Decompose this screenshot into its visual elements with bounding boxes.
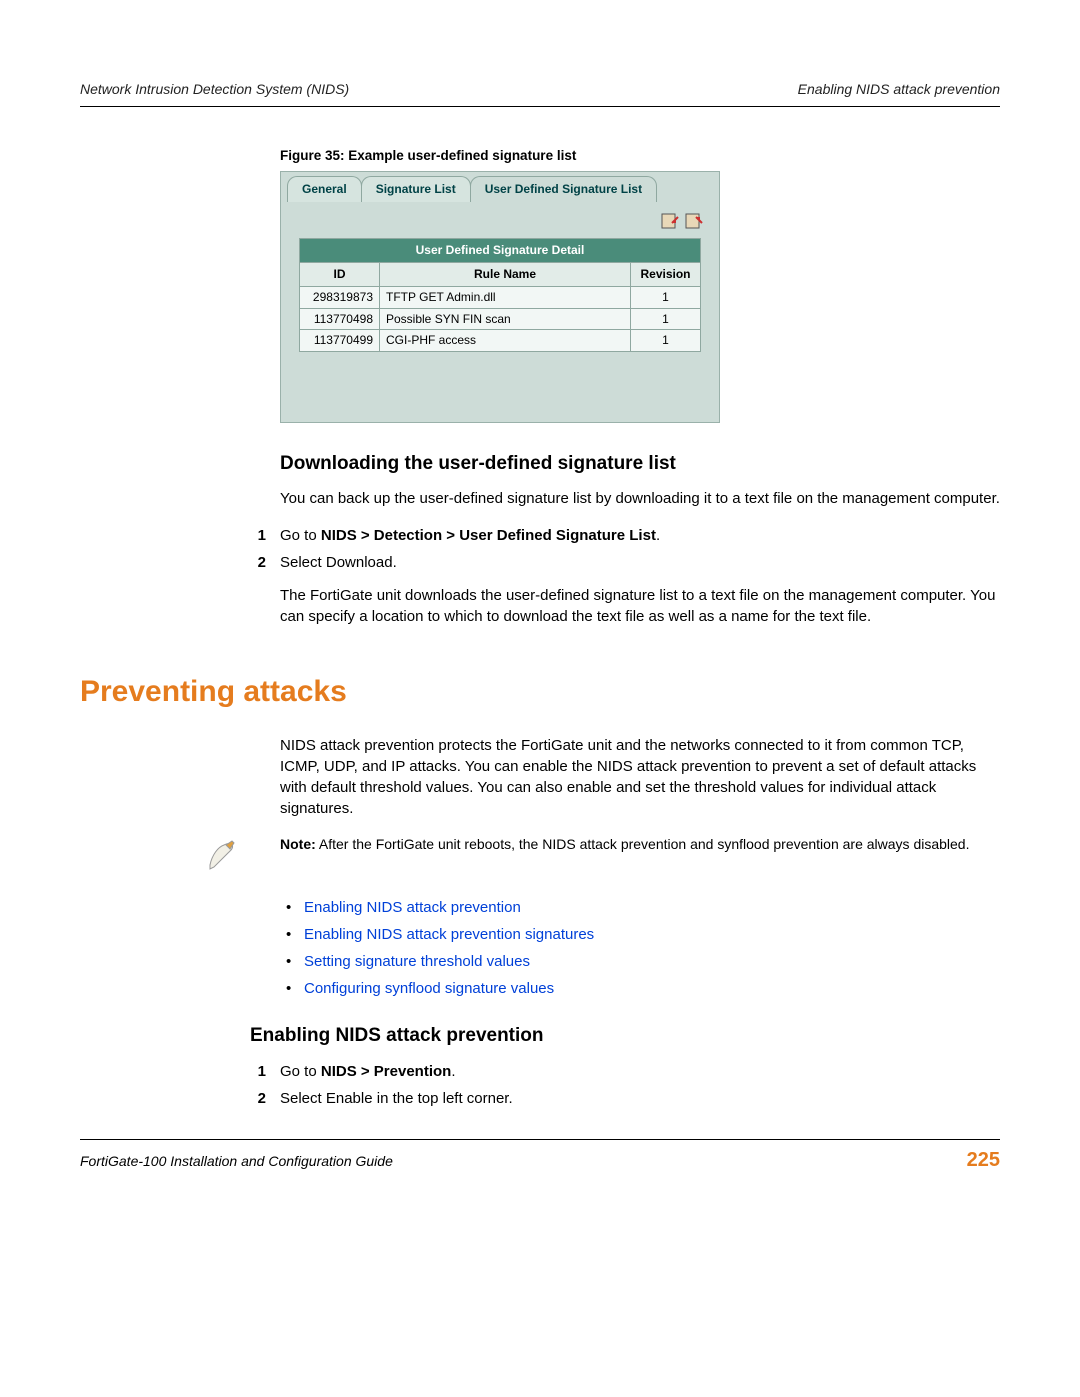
- step-text: Select Download.: [280, 552, 1000, 573]
- link-enable-nids-prevention[interactable]: Enabling NIDS attack prevention: [304, 897, 521, 918]
- paragraph: The FortiGate unit downloads the user-de…: [280, 585, 1000, 627]
- upload-icon[interactable]: [661, 212, 679, 230]
- paragraph: NIDS attack prevention protects the Fort…: [280, 735, 1000, 819]
- tab-bar: General Signature List User Defined Sign…: [281, 172, 719, 202]
- link-list: •Enabling NIDS attack prevention •Enabli…: [280, 897, 1000, 999]
- paragraph: You can back up the user-defined signatu…: [280, 488, 1000, 509]
- footer: FortiGate-100 Installation and Configura…: [80, 1139, 1000, 1174]
- table-caption: User Defined Signature Detail: [300, 239, 701, 263]
- signature-table: User Defined Signature Detail ID Rule Na…: [299, 238, 701, 352]
- step-number: 2: [80, 1088, 280, 1109]
- running-header: Network Intrusion Detection System (NIDS…: [80, 80, 1000, 107]
- note-text: Note: After the FortiGate unit reboots, …: [280, 835, 1000, 879]
- note-icon: [204, 837, 240, 879]
- col-rule-name: Rule Name: [380, 263, 631, 287]
- screenshot-user-defined-signature-list: General Signature List User Defined Sign…: [280, 171, 720, 423]
- step-text: Select Enable in the top left corner.: [280, 1088, 1000, 1109]
- footer-title: FortiGate-100 Installation and Configura…: [80, 1152, 393, 1172]
- tab-user-defined-signature-list[interactable]: User Defined Signature List: [470, 176, 657, 202]
- download-icon[interactable]: [685, 212, 703, 230]
- header-right: Enabling NIDS attack prevention: [798, 80, 1000, 100]
- step-number: 1: [80, 1061, 280, 1082]
- link-enable-nids-signatures[interactable]: Enabling NIDS attack prevention signatur…: [304, 924, 594, 945]
- tab-general[interactable]: General: [287, 176, 362, 202]
- figure-caption: Figure 35: Example user-defined signatur…: [280, 147, 1000, 166]
- table-row: 113770498 Possible SYN FIN scan 1: [300, 308, 701, 330]
- page-number: 225: [967, 1146, 1000, 1174]
- note-block: Note: After the FortiGate unit reboots, …: [80, 835, 1000, 879]
- link-synflood-values[interactable]: Configuring synflood signature values: [304, 978, 554, 999]
- link-signature-threshold[interactable]: Setting signature threshold values: [304, 951, 530, 972]
- table-row: 113770499 CGI-PHF access 1: [300, 330, 701, 352]
- heading-preventing-attacks: Preventing attacks: [80, 671, 1000, 713]
- col-id: ID: [300, 263, 380, 287]
- heading-downloading: Downloading the user-defined signature l…: [280, 451, 1000, 478]
- header-left: Network Intrusion Detection System (NIDS…: [80, 80, 349, 100]
- step-number: 2: [80, 552, 280, 573]
- tab-signature-list[interactable]: Signature List: [361, 176, 471, 202]
- step-text: Go to NIDS > Detection > User Defined Si…: [280, 525, 1000, 546]
- col-revision: Revision: [631, 263, 701, 287]
- table-row: 298319873 TFTP GET Admin.dll 1: [300, 286, 701, 308]
- step-text: Go to NIDS > Prevention.: [280, 1061, 1000, 1082]
- heading-enabling-nids: Enabling NIDS attack prevention: [250, 1023, 1000, 1050]
- step-number: 1: [80, 525, 280, 546]
